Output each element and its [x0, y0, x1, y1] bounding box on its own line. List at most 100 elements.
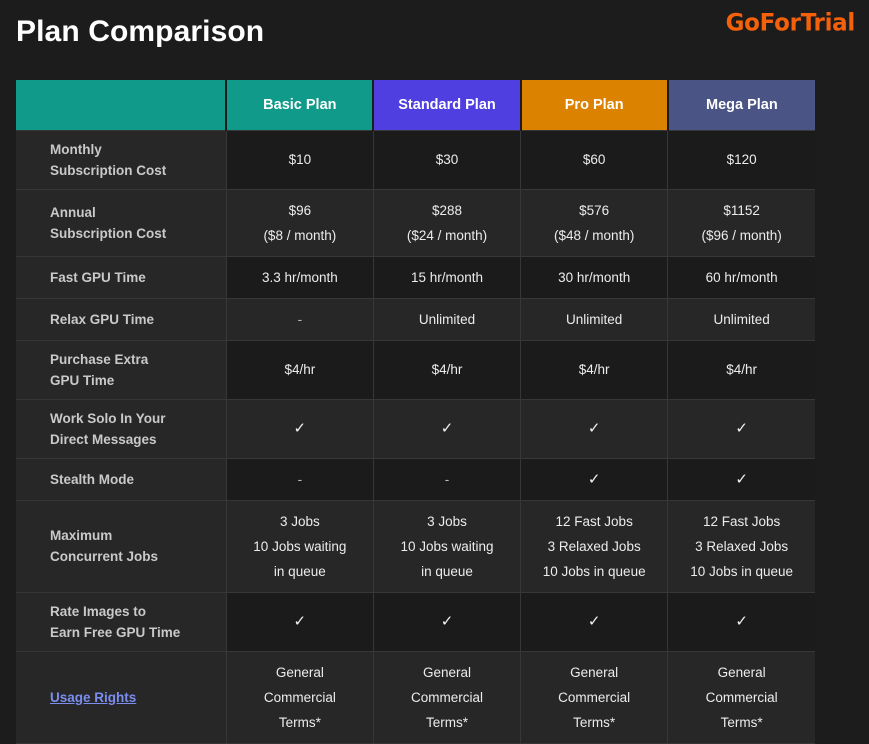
cell-line: $4/hr [284, 362, 316, 377]
check-icon: ✓ [735, 613, 748, 630]
cell-line: General [717, 664, 766, 680]
check-icon: ✓ [735, 420, 748, 437]
cell-mega: $120 [667, 129, 815, 190]
plan-comparison-table-wrap: Basic Plan Standard Plan Pro Plan Mega P… [16, 80, 815, 744]
cell-pro: $4/hr [520, 339, 669, 400]
cell-mega: ✓ [667, 398, 815, 459]
column-header-mega-plan[interactable]: Mega Plan [666, 80, 815, 130]
dash-icon: - [444, 471, 450, 487]
row-label-line: Earn Free GPU Time [50, 624, 181, 640]
cell-line: Unlimited [566, 311, 623, 327]
cell-standard: Unlimited [372, 297, 522, 341]
cell-mega: $1152 ($96 / month) [667, 188, 815, 257]
check-icon: ✓ [587, 420, 601, 437]
cell-mega: $4/hr [667, 339, 815, 400]
cell-line: Unlimited [713, 311, 770, 327]
row-label-line: Monthly [50, 141, 102, 157]
cell-line: 15 hr/month [410, 269, 484, 285]
cell-standard: ✓ [372, 398, 522, 459]
cell-basic: - [225, 297, 374, 341]
table-header: Basic Plan Standard Plan Pro Plan Mega P… [16, 80, 815, 130]
cell-mega: Unlimited [667, 297, 815, 341]
cell-line: $4/hr [578, 362, 610, 377]
table-header-row: Basic Plan Standard Plan Pro Plan Mega P… [16, 80, 815, 130]
row-label: Annual Subscription Cost [16, 188, 227, 257]
brand-logo: GoForTrial [725, 9, 856, 37]
cell-line: ($8 / month) [263, 227, 337, 243]
row-label-line: Subscription Cost [50, 162, 167, 178]
row-label-line: Direct Messages [50, 431, 157, 447]
row-label-line: Rate Images to [50, 603, 147, 619]
row-label-line: Subscription Cost [50, 225, 167, 241]
dash-icon: - [297, 311, 303, 327]
cell-line: Commercial [411, 689, 484, 705]
dash-icon: - [297, 471, 303, 487]
cell-line: 3 Relaxed Jobs [547, 538, 641, 554]
table-row: Usage Rights General Commercial Terms* Gener… [16, 650, 815, 744]
cell-line: $96 [288, 202, 312, 218]
cell-line: $576 [579, 202, 610, 218]
cell-basic: General Commercial Terms* [225, 650, 374, 744]
cell-basic: $96 ($8 / month) [225, 188, 374, 257]
cell-line: Terms* [426, 714, 469, 730]
row-label-line: GPU Time [50, 372, 115, 388]
cell-line: 10 Jobs in queue [690, 563, 794, 579]
cell-basic: ✓ [225, 591, 374, 652]
cell-mega: ✓ [667, 591, 815, 652]
column-header-standard-plan[interactable]: Standard Plan [372, 80, 521, 130]
table-body: Monthly Subscription Cost $10 $30 $60 $120 Ann… [16, 129, 815, 744]
plan-comparison-page: Plan Comparison GoForTrial Basic Plan St… [0, 0, 869, 744]
cell-line: $30 [435, 152, 459, 167]
table-row: Rate Images to Earn Free GPU Time ✓ ✓ ✓ ✓ [16, 591, 815, 652]
cell-line: $288 [431, 202, 463, 218]
usage-rights-link[interactable]: Usage Rights [50, 690, 136, 705]
column-header-feature [16, 80, 227, 130]
row-label: Work Solo In Your Direct Messages [16, 398, 227, 459]
cell-line: Commercial [558, 689, 631, 705]
table-row: Relax GPU Time - Unlimited Unlimited Unlimit… [16, 297, 815, 341]
cell-line: Commercial [705, 689, 778, 705]
column-header-pro-plan[interactable]: Pro Plan [519, 80, 668, 130]
check-icon: ✓ [587, 470, 601, 488]
cell-line: 3 Jobs [427, 513, 467, 529]
cell-standard: 15 hr/month [372, 255, 522, 299]
cell-pro: 12 Fast Jobs 3 Relaxed Jobs 10 Jobs in que… [520, 499, 669, 593]
row-label: Purchase Extra GPU Time [16, 339, 227, 400]
cell-line: Terms* [278, 714, 321, 730]
cell-line: ($48 / month) [554, 227, 635, 243]
cell-line: General [422, 664, 472, 680]
cell-pro: ✓ [520, 457, 669, 501]
cell-pro: $576 ($48 / month) [520, 188, 669, 257]
check-icon: ✓ [587, 613, 601, 630]
cell-line: 3 Jobs [279, 513, 320, 529]
check-icon: ✓ [293, 420, 307, 437]
cell-standard: $4/hr [372, 339, 522, 400]
cell-line: 12 Fast Jobs [555, 513, 633, 529]
cell-standard: ✓ [372, 591, 522, 652]
cell-basic: 3.3 hr/month [225, 255, 374, 299]
row-label-line: Stealth Mode [50, 471, 135, 487]
column-header-basic-plan[interactable]: Basic Plan [225, 80, 374, 130]
row-label-line: Maximum [50, 528, 113, 543]
row-label: Usage Rights [16, 650, 227, 744]
cell-line: General [275, 664, 324, 680]
row-label: Stealth Mode [16, 457, 227, 501]
cell-line: 3 Relaxed Jobs [695, 538, 789, 554]
cell-standard: $288 ($24 / month) [372, 188, 522, 257]
table-row: Annual Subscription Cost $96 ($8 / month) $2… [16, 188, 815, 257]
cell-line: Unlimited [418, 311, 476, 327]
cell-line: $120 [726, 152, 757, 167]
cell-standard: - [372, 457, 522, 501]
cell-line: ($96 / month) [701, 227, 782, 243]
cell-basic: 3 Jobs 10 Jobs waiting in queue [225, 499, 374, 593]
cell-basic: ✓ [225, 398, 374, 459]
row-label: Rate Images to Earn Free GPU Time [16, 591, 227, 652]
row-label: Relax GPU Time [16, 297, 227, 341]
cell-line: General [570, 664, 619, 680]
cell-line: ($24 / month) [406, 227, 488, 243]
check-icon: ✓ [293, 613, 307, 630]
cell-line: Commercial [263, 689, 336, 705]
cell-basic: $4/hr [225, 339, 374, 400]
cell-line: 10 Jobs in queue [542, 563, 646, 579]
cell-line: $1152 [723, 202, 760, 218]
